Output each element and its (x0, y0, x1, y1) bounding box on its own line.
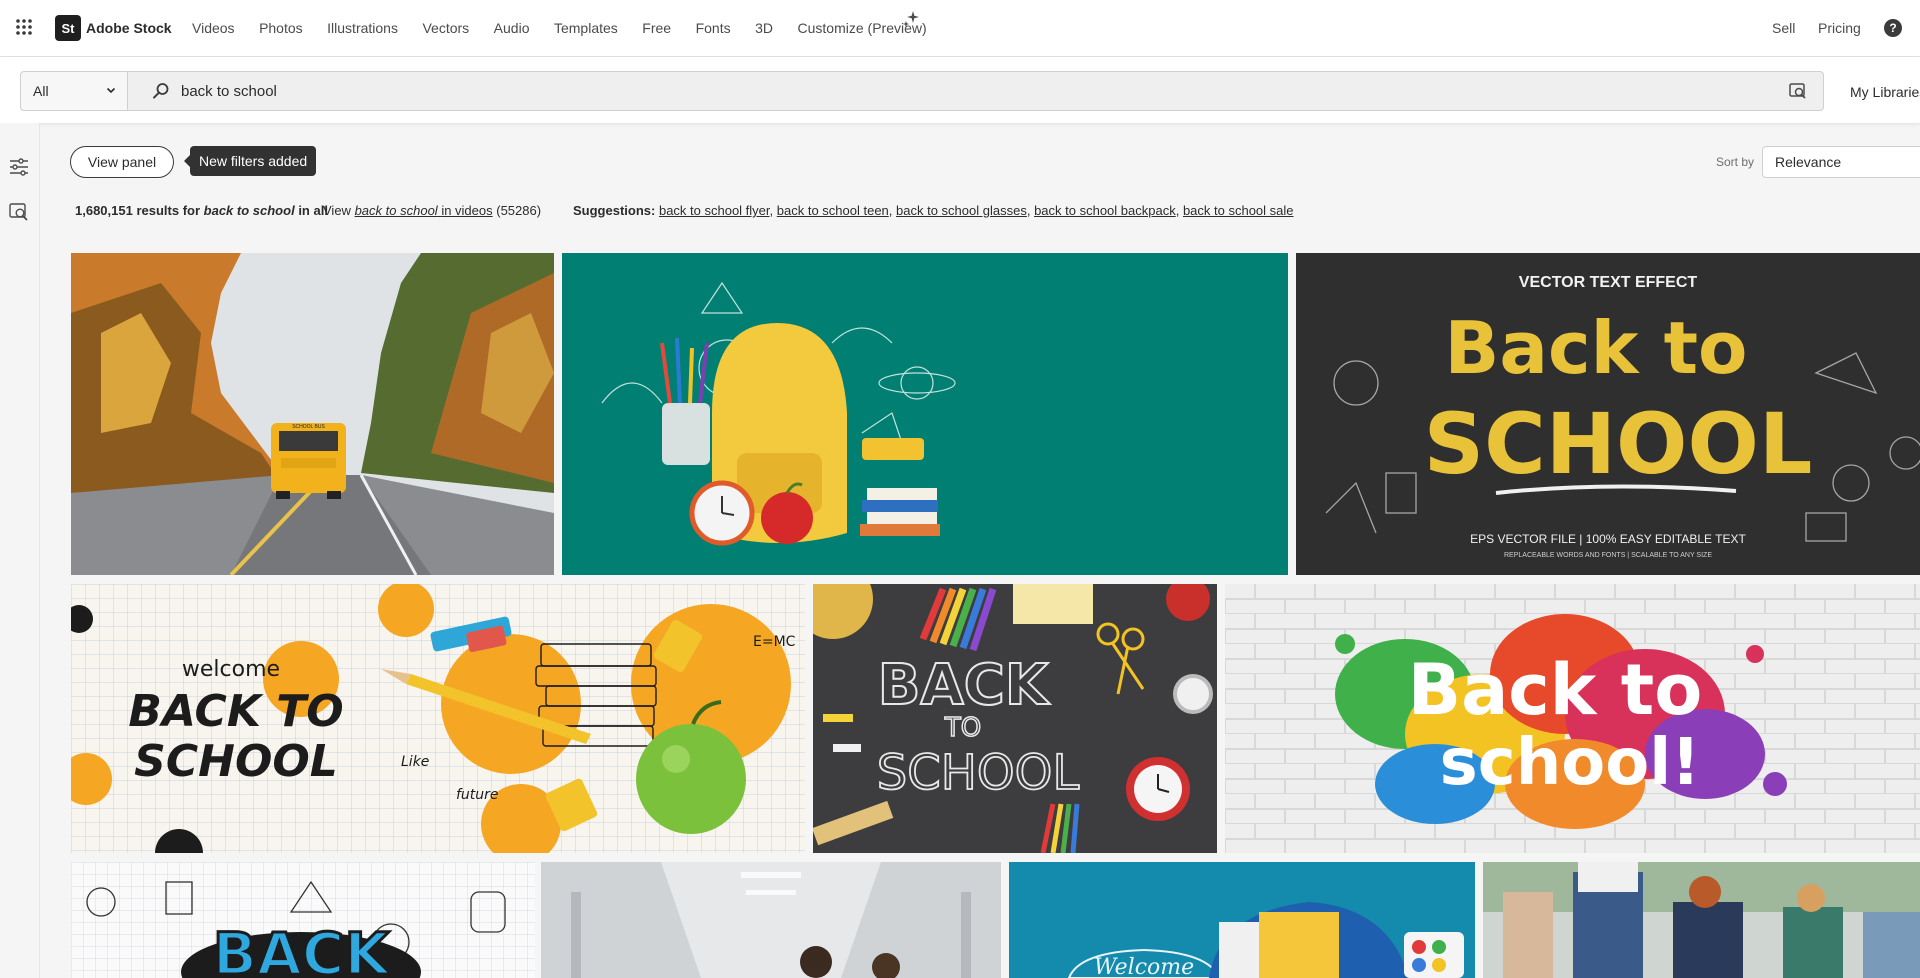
search-box: All (20, 71, 1824, 111)
result-image-welcome-doodle[interactable]: welcome BACK TO SCHOOL Like future E=MC (71, 584, 805, 853)
app-switcher-icon[interactable] (14, 17, 34, 37)
vector-file-caption: EPS VECTOR FILE | 100% EASY EDITABLE TEX… (1470, 532, 1746, 546)
main-nav-links: Videos Photos Illustrations Vectors Audi… (192, 20, 951, 36)
nav-audio[interactable]: Audio (494, 20, 530, 36)
new-filters-tooltip: New filters added (183, 146, 317, 176)
result-image-backpack-teal[interactable] (562, 253, 1288, 575)
backpack-illustration (562, 253, 1288, 575)
nav-free[interactable]: Free (642, 20, 671, 36)
nav-illustrations[interactable]: Illustrations (327, 20, 398, 36)
result-image-comic-back[interactable]: BACK (71, 862, 535, 978)
top-navigation: St Adobe Stock Videos Photos Illustratio… (0, 0, 1920, 57)
search-icon (153, 83, 169, 99)
suggestions: Suggestions: back to school flyer, back … (573, 203, 1294, 218)
result-image-school-bus[interactable]: SCHOOL BUS (71, 253, 554, 575)
result-image-chalkboard-supplies[interactable]: BACK TO SCHOOL (813, 584, 1217, 853)
welcome-text: welcome (182, 657, 280, 682)
chalkboard-text-effect: VECTOR TEXT EFFECT Back to SCHOOL EPS VE… (1296, 253, 1920, 575)
results-count: 1,680,151 results for (75, 203, 201, 218)
sparkle-icon (903, 11, 919, 27)
help-icon[interactable]: ? (1884, 19, 1902, 37)
vector-file-subcaption: REPLACEABLE WORDS AND FONTS | SCALABLE T… (1504, 552, 1712, 559)
nav-templates[interactable]: Templates (554, 20, 618, 36)
search-bar-row: All My Libraries (0, 57, 1920, 123)
view-panel-button[interactable]: View panel (70, 146, 174, 178)
suggestion-link[interactable]: back to school teen (777, 203, 889, 218)
chalkboard-supplies-photo: BACK TO SCHOOL (813, 584, 1217, 853)
chalk-headline-line2: SCHOOL (1424, 395, 1813, 493)
nav-sell[interactable]: Sell (1772, 20, 1795, 36)
suggestions-label: Suggestions: (573, 203, 656, 218)
welcome-doodle-illustration: welcome BACK TO SCHOOL Like future E=MC (71, 584, 805, 853)
search-scope-dropdown[interactable]: All (21, 72, 128, 110)
view-term[interactable]: back to school (355, 203, 438, 218)
formula-doodle: E=MC (753, 634, 796, 650)
school-bus-photo: SCHOOL BUS (71, 253, 554, 575)
sort-by-select[interactable]: Relevance (1762, 146, 1920, 178)
chevron-down-icon (106, 87, 116, 94)
future-doodle: future (456, 787, 499, 803)
view-in-videos: View back to school in videos (55286) (323, 203, 541, 218)
comic-doodle-illustration: BACK (71, 862, 535, 978)
search-input[interactable] (181, 80, 1781, 102)
chalk-headline-line1: Back to (1445, 306, 1748, 390)
nav-vectors[interactable]: Vectors (422, 20, 469, 36)
my-libraries-link[interactable]: My Libraries (1850, 84, 1920, 100)
brand-name[interactable]: Adobe Stock (86, 20, 172, 36)
doodle-headline-line2: SCHOOL (134, 736, 338, 787)
filter-panel-icon[interactable] (8, 156, 30, 178)
nav-3d[interactable]: 3D (755, 20, 773, 36)
like-doodle: Like (401, 754, 429, 770)
results-summary: 1,680,151 results for back to school in … (75, 203, 328, 218)
result-image-kids-walking[interactable] (1483, 862, 1920, 978)
result-image-paint-splash[interactable]: Back to school! (1225, 584, 1920, 853)
comic-back-text: BACK (213, 920, 392, 978)
search-scope-value: All (33, 83, 49, 99)
welcome-script-text: Welcome (1094, 955, 1194, 978)
chalk-word-to: TO (944, 713, 981, 743)
result-image-welcome-backpack[interactable]: Welcome (1009, 862, 1475, 978)
vector-text-effect-label: VECTOR TEXT EFFECT (1519, 274, 1698, 291)
suggestion-link[interactable]: back to school glasses (896, 203, 1027, 218)
view-prefix: View (323, 203, 351, 218)
suggestion-link[interactable]: back to school flyer (659, 203, 770, 218)
nav-pricing[interactable]: Pricing (1818, 20, 1861, 36)
bus-sign-text: SCHOOL BUS (292, 424, 325, 430)
chalk-word-school: SCHOOL (877, 745, 1080, 801)
visual-search-icon[interactable] (8, 201, 30, 223)
result-image-school-hallway[interactable] (541, 862, 1001, 978)
view-in-videos-link[interactable]: back to school in videos (355, 203, 493, 218)
video-count: (55286) (496, 203, 542, 218)
nav-photos[interactable]: Photos (259, 20, 303, 36)
adobe-stock-logo[interactable]: St (55, 15, 81, 41)
paint-splash-illustration: Back to school! (1225, 584, 1920, 853)
suggestion-link[interactable]: back to school backpack (1034, 203, 1176, 218)
nav-fonts[interactable]: Fonts (696, 20, 731, 36)
nav-videos[interactable]: Videos (192, 20, 235, 36)
results-term: back to school (203, 203, 295, 218)
doodle-headline-line1: BACK TO (128, 686, 343, 737)
sort-by-label: Sort by (1716, 155, 1755, 169)
splash-headline-line1: Back to (1408, 649, 1703, 731)
welcome-backpack-illustration: Welcome (1009, 862, 1475, 978)
school-hallway-photo (541, 862, 1001, 978)
view-suffix[interactable]: in videos (441, 203, 492, 218)
suggestion-link[interactable]: back to school sale (1183, 203, 1294, 218)
visual-search-icon[interactable] (1788, 81, 1808, 101)
result-image-chalk-text-effect[interactable]: VECTOR TEXT EFFECT Back to SCHOOL EPS VE… (1296, 253, 1920, 575)
splash-headline-line2: school! (1440, 726, 1701, 800)
left-rail (0, 123, 40, 978)
chalk-word-back: BACK (878, 653, 1051, 718)
kids-walking-photo (1483, 862, 1920, 978)
